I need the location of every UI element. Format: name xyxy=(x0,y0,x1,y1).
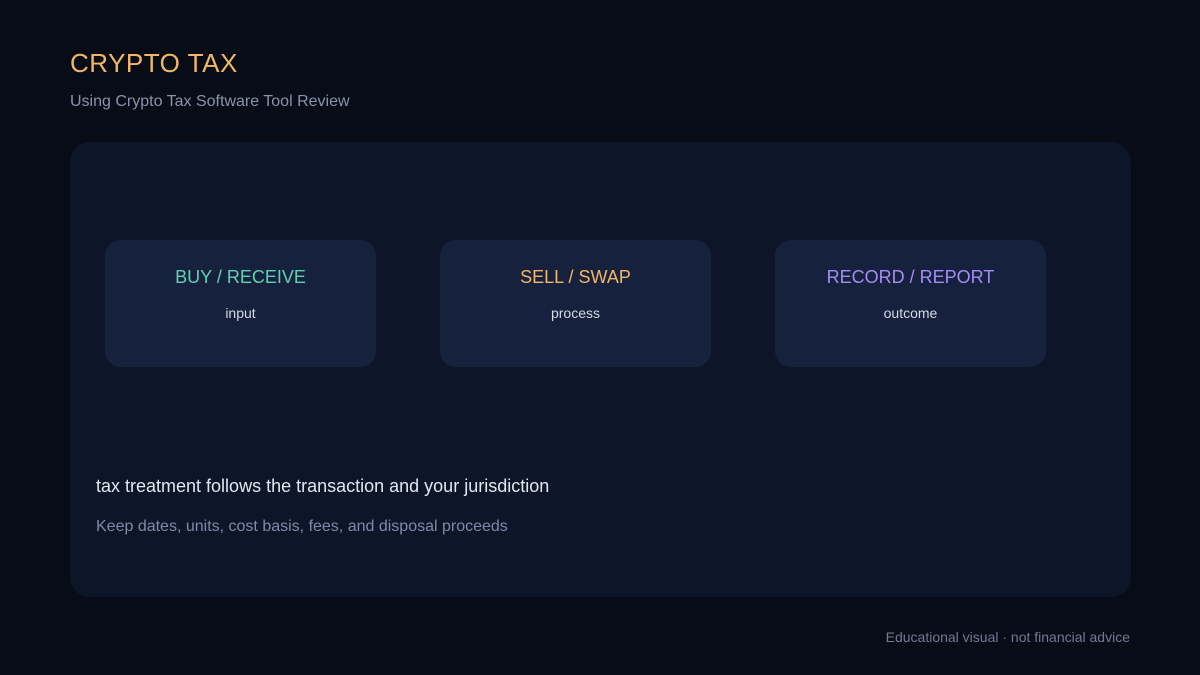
step-card-sell-swap: SELL / SWAP process xyxy=(440,240,711,367)
diagram-panel: BUY / RECEIVE input SELL / SWAP process … xyxy=(70,142,1131,597)
step-sublabel: process xyxy=(550,305,601,321)
detail-note: Keep dates, units, cost basis, fees, and… xyxy=(96,518,508,535)
main-note: tax treatment follows the transaction an… xyxy=(96,476,550,496)
step-title: BUY / RECEIVE xyxy=(175,267,306,287)
page-subtitle: Using Crypto Tax Software Tool Review xyxy=(70,93,350,110)
footer-disclaimer: Educational visual · not financial advic… xyxy=(885,629,1130,645)
page-title: CRYPTO TAX xyxy=(70,48,238,78)
step-sublabel: input xyxy=(225,305,256,321)
step-card-record-report: RECORD / REPORT outcome xyxy=(775,240,1046,367)
step-title: RECORD / REPORT xyxy=(826,267,995,287)
step-card-buy-receive: BUY / RECEIVE input xyxy=(105,240,376,367)
step-sublabel: outcome xyxy=(883,305,938,321)
step-title: SELL / SWAP xyxy=(520,267,631,287)
slide: CRYPTO TAX Using Crypto Tax Software Too… xyxy=(0,0,1200,675)
